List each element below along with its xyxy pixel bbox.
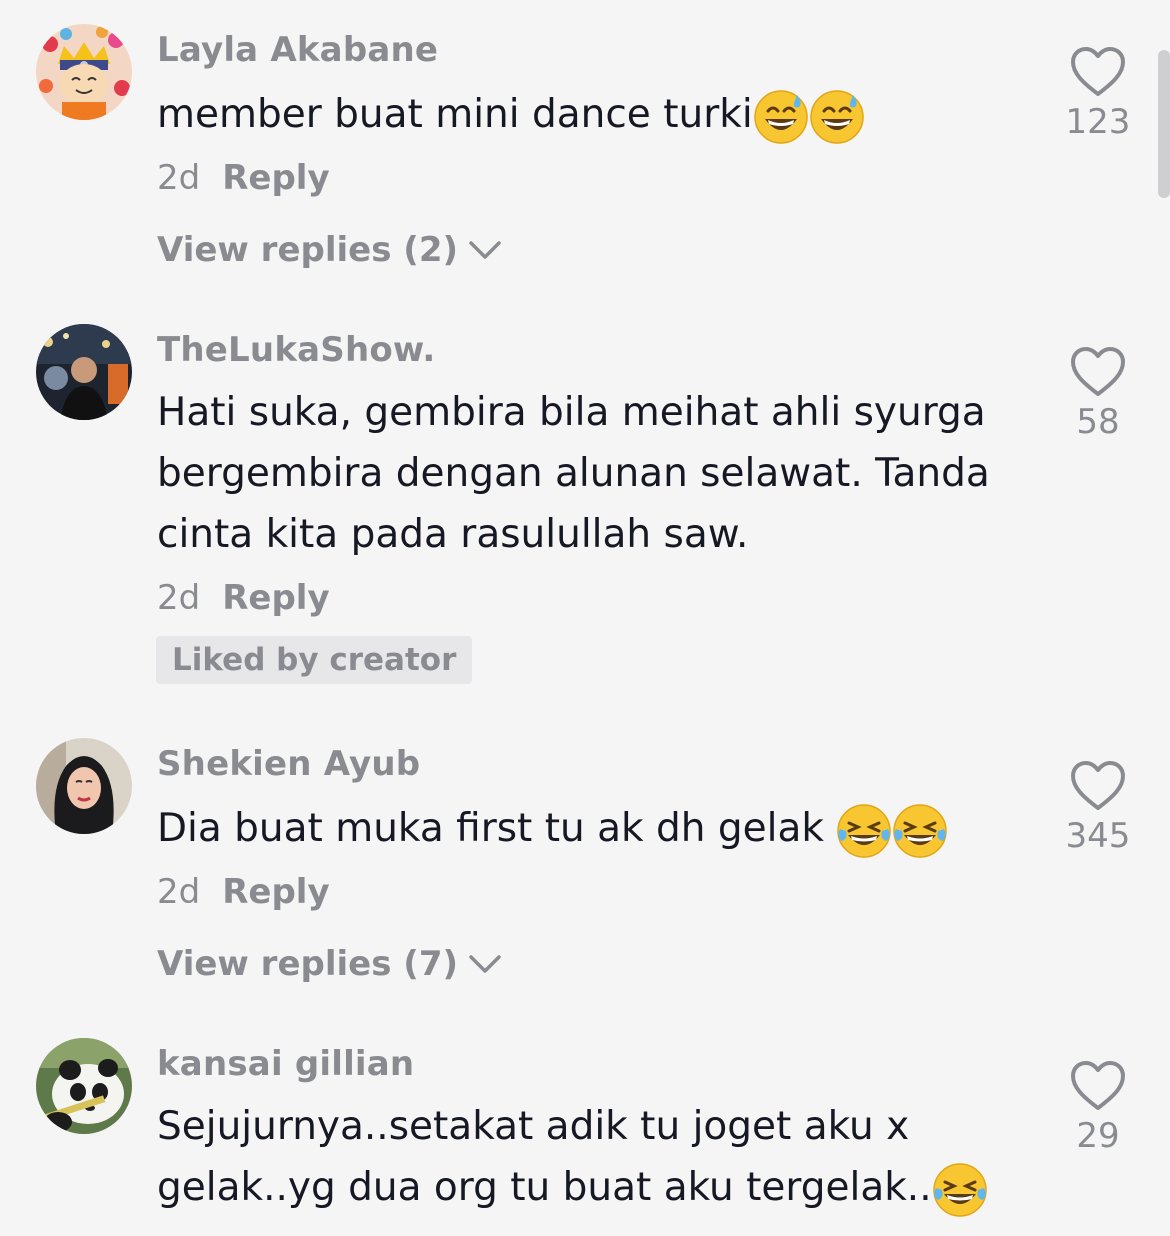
heart-icon	[1071, 347, 1125, 396]
username[interactable]: kansai gillian	[157, 1044, 414, 1084]
comment-text: Hati suka, gembira bila meihat ahli syur…	[157, 390, 990, 557]
username[interactable]: Shekien Ayub	[157, 744, 420, 784]
comment-text: member buat mini dance turki	[157, 84, 1027, 145]
chevron-down-icon	[469, 955, 501, 973]
tears-of-joy-emoji	[892, 803, 948, 859]
heart-icon	[1071, 761, 1125, 810]
liked-by-creator-badge: Liked by creator	[156, 636, 473, 684]
comment-text: Sejujurnya..setakat adik tu joget aku x …	[157, 1096, 1027, 1218]
comment-text-body: Sejujurnya..setakat adik tu joget aku x …	[157, 1104, 932, 1210]
view-replies-label: View replies (7)	[157, 944, 459, 984]
comment-text: Dia buat muka first tu ak dh gelak	[157, 798, 1027, 859]
like-button[interactable]: 29	[1062, 1060, 1134, 1156]
comment-text-body: member buat mini dance turki	[157, 92, 753, 137]
like-count: 123	[1065, 102, 1131, 142]
tears-of-joy-emoji	[836, 803, 892, 859]
view-replies-label: View replies (2)	[157, 230, 459, 270]
comment-text-body: Dia buat muka first tu ak dh gelak	[157, 806, 837, 851]
view-replies-button[interactable]: View replies (2)	[157, 230, 502, 270]
username[interactable]: TheLukaShow.	[157, 330, 435, 370]
chevron-down-icon	[469, 241, 501, 259]
like-button[interactable]: 345	[1062, 760, 1134, 856]
reply-button[interactable]: Reply	[222, 872, 329, 912]
like-count: 58	[1076, 402, 1120, 442]
like-button[interactable]: 58	[1062, 346, 1134, 442]
heart-icon	[1071, 1061, 1125, 1110]
reply-button[interactable]: Reply	[222, 158, 329, 198]
avatar[interactable]	[36, 1038, 132, 1134]
view-replies-button[interactable]: View replies (7)	[157, 944, 502, 984]
grinning-sweat-emoji	[809, 89, 865, 145]
scrollbar[interactable]	[1158, 50, 1170, 198]
avatar[interactable]	[36, 738, 132, 834]
comment-time: 2d	[157, 158, 201, 198]
tears-of-joy-emoji	[932, 1162, 988, 1218]
comment-time: 2d	[157, 872, 201, 912]
comment-meta: 2d Reply	[157, 872, 330, 912]
username[interactable]: Layla Akabane	[157, 30, 438, 70]
like-count: 29	[1076, 1116, 1120, 1156]
avatar[interactable]	[36, 324, 132, 420]
comment-meta: 2d Reply	[157, 158, 330, 198]
avatar[interactable]	[36, 24, 132, 120]
like-count: 345	[1065, 816, 1131, 856]
heart-icon	[1071, 47, 1125, 96]
like-button[interactable]: 123	[1062, 46, 1134, 142]
comment-meta: 2d Reply	[157, 578, 330, 618]
comment-time: 2d	[157, 578, 201, 618]
reply-button[interactable]: Reply	[222, 578, 329, 618]
grinning-sweat-emoji	[753, 89, 809, 145]
